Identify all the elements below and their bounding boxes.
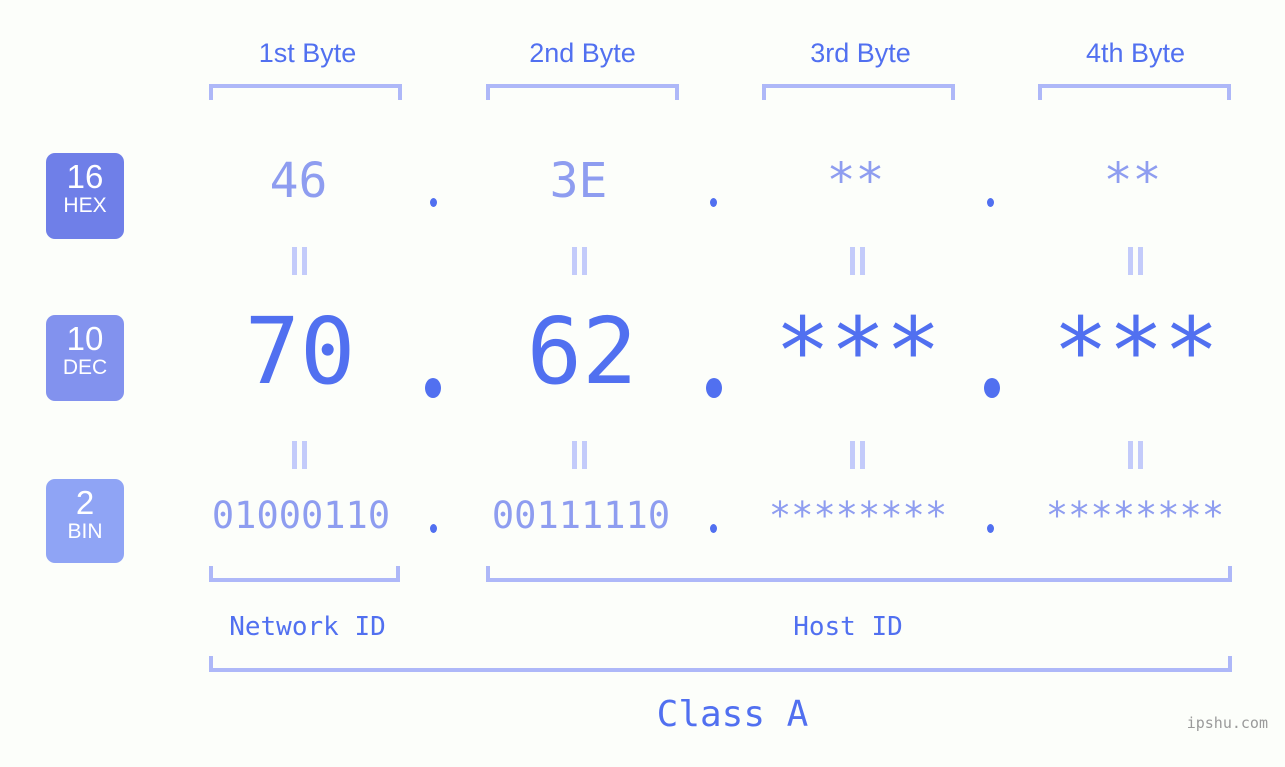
bin-separator-3 (987, 524, 994, 533)
dec-byte-2: 62 (462, 297, 702, 407)
hex-byte-4: ** (1029, 152, 1236, 210)
class-bracket (209, 656, 1232, 672)
byte-bracket-top-2 (486, 84, 679, 100)
equals-connector-dec-bin-2 (571, 441, 588, 469)
hex-byte-1: 46 (195, 152, 402, 210)
ip-byte-breakdown-diagram: 1st Byte 2nd Byte 3rd Byte 4th Byte 16 H… (0, 0, 1285, 767)
network-id-label: Network ID (195, 611, 420, 643)
byte-header-4: 4th Byte (1023, 33, 1248, 73)
byte-header-4-label: 4th Byte (1085, 38, 1186, 68)
byte-bracket-top-1 (209, 84, 402, 100)
host-id-label: Host ID (748, 611, 948, 643)
dec-separator-1 (425, 378, 441, 398)
radix-badge-bin: 2 BIN (46, 479, 124, 563)
byte-header-1: 1st Byte (195, 33, 420, 73)
hex-byte-4-value: ** (1103, 153, 1162, 209)
dec-byte-4: *** (1016, 297, 1256, 407)
host-id-bracket (486, 566, 1232, 582)
network-id-label-text: Network ID (229, 612, 386, 642)
radix-badge-dec-name: DEC (62, 356, 108, 379)
hex-byte-3: ** (752, 152, 959, 210)
bin-byte-1: 01000110 (195, 492, 407, 540)
hex-separator-1 (430, 198, 437, 207)
bin-byte-4: ******** (1029, 492, 1241, 540)
dec-byte-4-value: *** (1052, 298, 1220, 405)
hex-byte-3-value: ** (826, 153, 885, 209)
network-id-bracket (209, 566, 400, 582)
radix-badge-hex-number: 16 (66, 158, 104, 195)
bin-byte-4-value: ******** (1045, 494, 1225, 537)
bin-separator-2 (710, 524, 717, 533)
equals-connector-hex-dec-2 (571, 247, 588, 275)
hex-byte-2: 3E (475, 152, 682, 210)
hex-byte-2-value: 3E (549, 153, 608, 209)
dec-byte-3: *** (738, 297, 978, 407)
radix-badge-bin-number: 2 (75, 484, 95, 521)
bin-byte-3-value: ******** (768, 494, 948, 537)
bin-separator-1 (430, 524, 437, 533)
equals-connector-hex-dec-1 (291, 247, 308, 275)
radix-badge-dec: 10 DEC (46, 315, 124, 401)
radix-badge-bin-name: BIN (67, 520, 103, 543)
equals-connector-dec-bin-1 (291, 441, 308, 469)
bin-byte-2: 00111110 (475, 492, 687, 540)
byte-header-1-label: 1st Byte (258, 38, 357, 68)
byte-header-3: 3rd Byte (748, 33, 973, 73)
hex-separator-3 (987, 198, 994, 207)
equals-connector-dec-bin-3 (849, 441, 866, 469)
dec-byte-1: 70 (180, 297, 420, 407)
radix-badge-hex: 16 HEX (46, 153, 124, 239)
watermark: ipshu.com (1187, 713, 1268, 733)
equals-connector-hex-dec-4 (1127, 247, 1144, 275)
byte-bracket-top-4 (1038, 84, 1231, 100)
dec-separator-2 (706, 378, 722, 398)
dec-separator-3 (984, 378, 1000, 398)
byte-bracket-top-3 (762, 84, 955, 100)
dec-byte-2-value: 62 (526, 298, 638, 405)
class-label: Class A (460, 693, 1005, 737)
dec-byte-1-value: 70 (244, 298, 356, 405)
equals-connector-hex-dec-3 (849, 247, 866, 275)
radix-badge-hex-name: HEX (63, 194, 107, 217)
dec-byte-3-value: *** (774, 298, 942, 405)
hex-separator-2 (710, 198, 717, 207)
class-label-text: Class A (656, 694, 809, 735)
bin-byte-2-value: 00111110 (491, 494, 671, 537)
radix-badge-dec-number: 10 (66, 320, 104, 357)
byte-header-2-label: 2nd Byte (529, 38, 636, 68)
host-id-label-text: Host ID (793, 612, 903, 642)
equals-connector-dec-bin-4 (1127, 441, 1144, 469)
bin-byte-3: ******** (752, 492, 964, 540)
byte-header-3-label: 3rd Byte (810, 38, 911, 68)
byte-header-2: 2nd Byte (470, 33, 695, 73)
watermark-text: ipshu.com (1186, 714, 1268, 732)
bin-byte-1-value: 01000110 (211, 494, 391, 537)
hex-byte-1-value: 46 (269, 153, 328, 209)
